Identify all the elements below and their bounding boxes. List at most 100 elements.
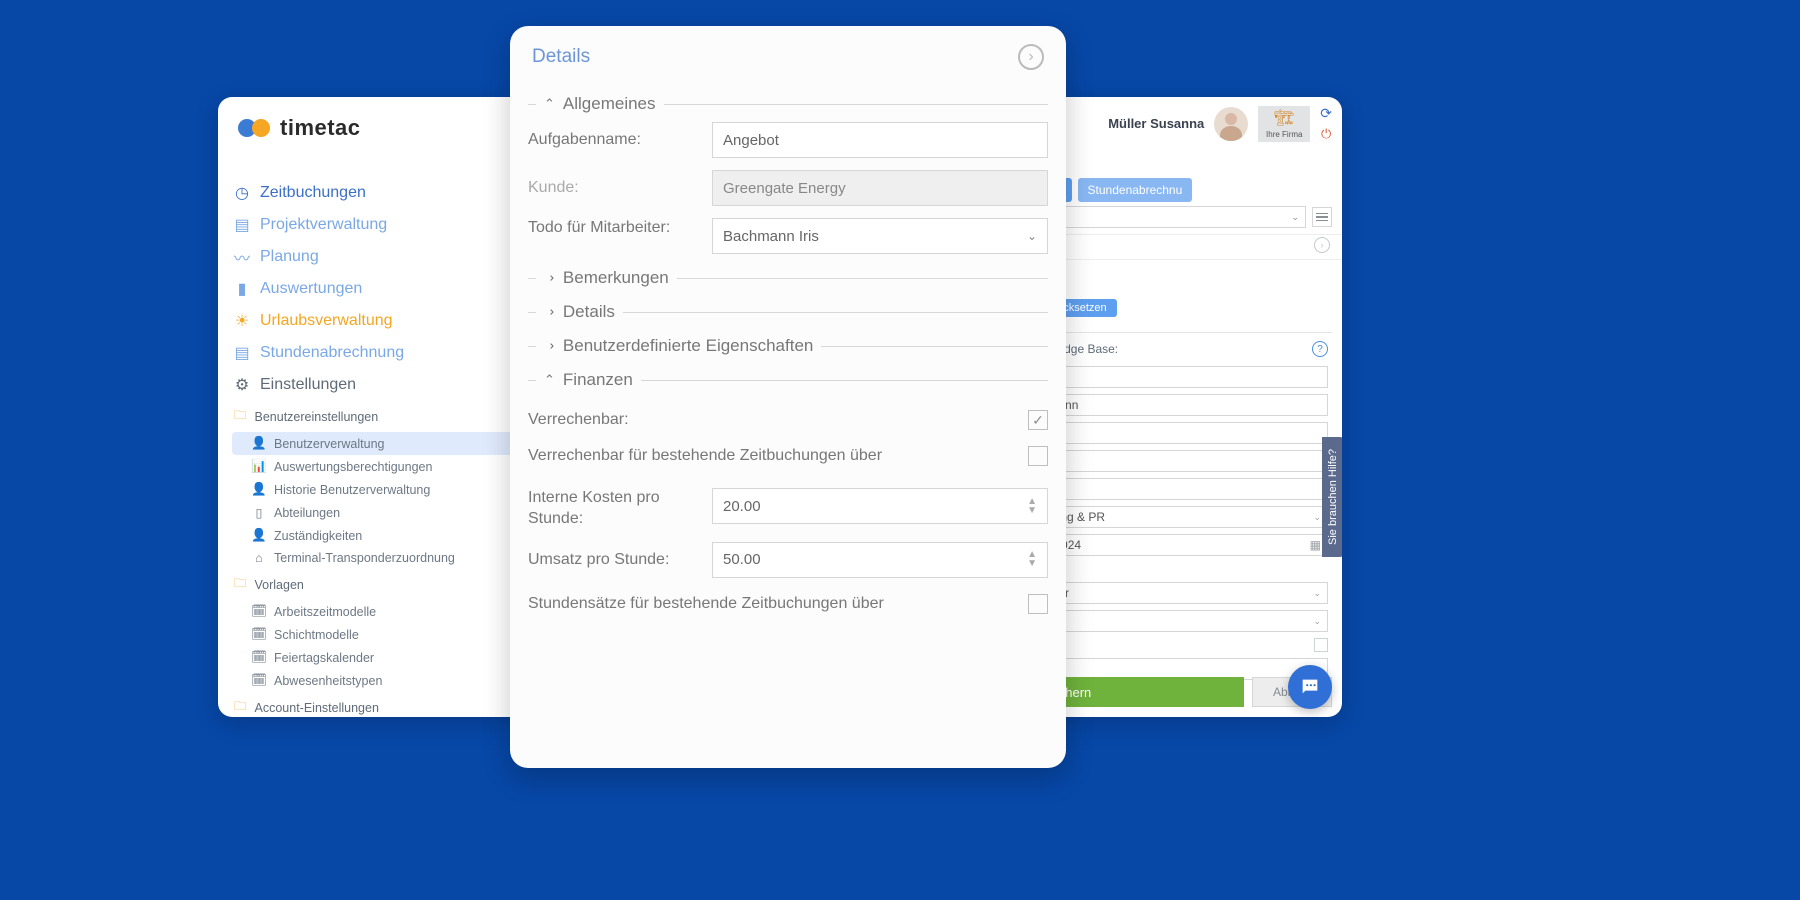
section-bemerkungen[interactable]: ⌄ Bemerkungen (528, 268, 1048, 288)
tree-item-label: Abteilungen (274, 506, 340, 520)
help-icon[interactable]: ? (1312, 341, 1328, 357)
tree-item-label: Schichtmodelle (274, 628, 359, 642)
chevron-down-icon: ⌄ (1027, 229, 1037, 243)
vollzugriff-checkbox[interactable] (1314, 638, 1328, 652)
calendar-icon[interactable]: ▦ (1310, 538, 1321, 552)
tree-item-label: Feiertagskalender (274, 651, 374, 665)
internekosten-input[interactable]: 20.00 ▲▼ (712, 488, 1048, 524)
tree-item-label: Terminal-Transponderzuordnung (274, 551, 455, 565)
aufgabenname-label: Aufgabenname: (528, 131, 702, 149)
nav-icon: ☀ (234, 313, 250, 329)
tree-item-label: Arbeitszeitmodelle (274, 605, 376, 619)
chevron-down-icon: ⌄ (1313, 512, 1321, 523)
stepper-icon[interactable]: ▲▼ (1027, 551, 1037, 568)
brand-name: timetac (280, 115, 361, 141)
todo-label: Todo für Mitarbeiter: (528, 218, 702, 239)
tree-folder-label: Vorlagen (255, 578, 304, 592)
nav-icon: ◷ (234, 185, 250, 201)
tab-label: Stundenabrechnu (1088, 183, 1183, 197)
tab-2[interactable]: Stundenabrechnu (1078, 178, 1193, 202)
chevron-down-icon: ⌄ (1291, 212, 1299, 223)
stepper-icon[interactable]: ▲▼ (1027, 498, 1037, 515)
folder-icon: 🗀 (234, 406, 247, 427)
brand-logo (238, 119, 270, 137)
section-allgemeines[interactable]: ⌃ Allgemeines (528, 94, 1048, 114)
umsatz-label: Umsatz pro Stunde: (528, 551, 702, 569)
tree-item-icon: 👤 (252, 482, 266, 497)
tree-item-label: Auswertungsberechtigungen (274, 460, 432, 474)
nav-item-label: Einstellungen (260, 376, 356, 394)
chevron-up-icon: ⌃ (544, 96, 555, 112)
chevron-down-icon: ⌄ (541, 341, 557, 352)
tree-item-icon: 🗓 (252, 650, 266, 665)
chat-bubble-icon[interactable] (1288, 665, 1332, 709)
nav-icon: ▤ (234, 217, 250, 233)
section-label: Finanzen (563, 370, 633, 390)
stundensaetze-label: Stundensätze für bestehende Zeitbuchunge… (528, 595, 884, 613)
nav-icon: ▮ (234, 281, 250, 297)
nav-item-label: Projektverwaltung (260, 216, 387, 234)
nav-icon: 〰 (234, 249, 250, 265)
forward-icon[interactable]: › (1018, 44, 1044, 70)
kunde-label: Kunde: (528, 179, 702, 197)
todo-select-value: Bachmann Iris (723, 228, 819, 245)
tree-item-label: Abwesenheitstypen (274, 674, 382, 688)
verrechenbar-existing-label: Verrechenbar für bestehende Zeitbuchunge… (528, 447, 882, 465)
chevron-down-icon: ⌄ (541, 273, 557, 284)
nav-icon: ⚙ (234, 377, 250, 393)
avatar-header[interactable] (1214, 107, 1248, 141)
tree-item-icon: 🗓 (252, 627, 266, 642)
chevron-down-icon: ⌄ (541, 307, 557, 318)
help-side-tab[interactable]: Sie brauchen Hilfe? (1322, 437, 1342, 557)
tree-item-icon: ▯ (252, 505, 266, 520)
modal-title: Details (532, 46, 590, 68)
umsatz-value: 50.00 (723, 551, 761, 568)
nav-item-label: Stundenabrechnung (260, 344, 404, 362)
refresh-icon[interactable]: ⟳ (1320, 105, 1332, 122)
tree-item-icon: ⌂ (252, 551, 266, 565)
power-icon[interactable]: ⏻ (1321, 126, 1331, 142)
folder-icon: 🗀 (234, 574, 247, 595)
tree-item-icon: 👤 (252, 436, 266, 451)
forward-icon[interactable]: › (1314, 237, 1330, 253)
aufgabenname-input[interactable]: Angebot (712, 122, 1048, 158)
umsatz-input[interactable]: 50.00 ▲▼ (712, 542, 1048, 578)
tree-item-label: Historie Benutzerverwaltung (274, 483, 430, 497)
section-details[interactable]: ⌄ Details (528, 302, 1048, 322)
internekosten-label: Interne Kosten pro Stunde: (528, 488, 702, 530)
company-logo: 🏗 Ihre Firma (1258, 106, 1310, 142)
crane-icon: 🏗 (1274, 108, 1294, 128)
logo-dot-orange (252, 119, 270, 137)
chevron-down-icon: ⌄ (1313, 616, 1321, 627)
section-label: Benutzerdefinierte Eigenschaften (563, 336, 813, 356)
nav-item-label: Zeitbuchungen (260, 184, 366, 202)
list-view-icon[interactable] (1312, 207, 1332, 227)
internekosten-value: 20.00 (723, 498, 761, 515)
section-benutzerdef[interactable]: ⌄ Benutzerdefinierte Eigenschaften (528, 336, 1048, 356)
tree-item-icon: 📊 (252, 459, 266, 474)
section-finanzen[interactable]: ⌃ Finanzen (528, 370, 1048, 390)
details-modal: Details › ⌃ Allgemeines Aufgabenname: An… (510, 26, 1066, 768)
chevron-down-icon: ⌄ (1313, 588, 1321, 599)
kunde-input: Greengate Energy (712, 170, 1048, 206)
verrechenbar-checkbox[interactable]: ✓ (1028, 410, 1048, 430)
section-label: Allgemeines (563, 94, 656, 114)
todo-select[interactable]: Bachmann Iris ⌄ (712, 218, 1048, 254)
header-user-name: Müller Susanna (1108, 116, 1204, 131)
tree-item-icon: 🗓 (252, 604, 266, 619)
logo-caption: Ihre Firma (1266, 130, 1302, 139)
nav-item-label: Urlaubsverwaltung (260, 312, 393, 330)
verrechenbar-existing-checkbox[interactable] (1028, 446, 1048, 466)
section-label: Bemerkungen (563, 268, 669, 288)
nav-icon: ▤ (234, 345, 250, 361)
verrechenbar-label: Verrechenbar: (528, 411, 629, 429)
stundensaetze-checkbox[interactable] (1028, 594, 1048, 614)
tree-item-icon: 🗓 (252, 673, 266, 688)
chevron-up-icon: ⌃ (544, 372, 555, 388)
tree-item-label: Benutzerverwaltung (274, 437, 384, 451)
folder-icon: 🗀 (234, 697, 247, 717)
tree-folder-label: Benutzereinstellungen (255, 410, 379, 424)
tree-item-label: Zuständigkeiten (274, 529, 362, 543)
section-label: Details (563, 302, 615, 322)
nav-item-label: Auswertungen (260, 280, 362, 298)
